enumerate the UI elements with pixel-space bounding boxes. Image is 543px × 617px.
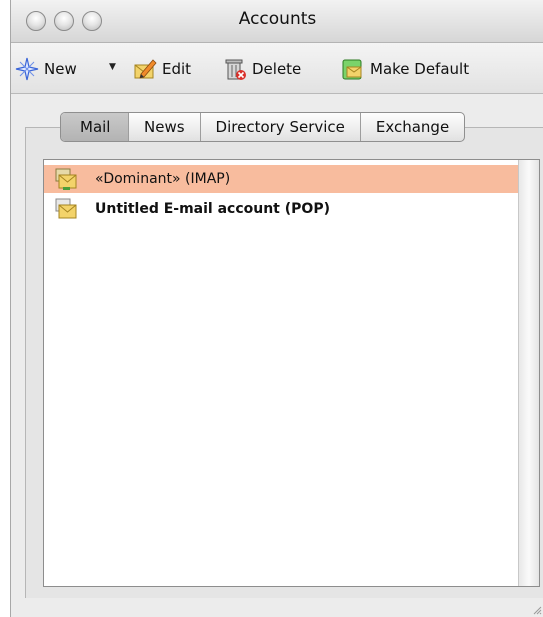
tab-news[interactable]: News: [129, 113, 201, 141]
delete-button[interactable]: Delete: [223, 55, 301, 83]
window-footer: [25, 598, 543, 617]
edit-button[interactable]: Edit: [133, 55, 191, 83]
pop-mailbox-icon: [55, 198, 77, 219]
make-default-mailbox-icon: [342, 59, 362, 80]
edit-pencil-envelope-icon: [134, 59, 157, 79]
make-default-button[interactable]: Make Default: [341, 55, 469, 83]
account-type-tabs: Mail News Directory Service Exchange: [60, 112, 466, 142]
account-name: Untitled E-mail account (POP): [95, 201, 330, 217]
tab-exchange[interactable]: Exchange: [361, 113, 464, 141]
tab-directory-service[interactable]: Directory Service: [201, 113, 361, 141]
list-scrollbar[interactable]: [518, 160, 539, 586]
resize-grip-icon[interactable]: [532, 605, 542, 615]
trash-delete-icon: [225, 59, 246, 80]
accounts-list[interactable]: «Dominant» (IMAP) Untitled E-mail accoun…: [43, 159, 540, 587]
make-default-button-label: Make Default: [370, 60, 470, 78]
new-button-label: New: [44, 60, 77, 78]
list-item[interactable]: «Dominant» (IMAP): [44, 165, 518, 193]
imap-mailbox-icon: [55, 168, 77, 190]
list-item[interactable]: Untitled E-mail account (POP): [44, 195, 518, 223]
toolbar: New ▼ Edit Delete Make Default: [11, 43, 543, 94]
new-button[interactable]: New: [15, 55, 77, 83]
sparkle-new-icon: [15, 57, 39, 81]
title-bar[interactable]: Accounts: [11, 0, 543, 43]
account-name: «Dominant» (IMAP): [95, 171, 231, 187]
edit-button-label: Edit: [162, 60, 192, 78]
new-dropdown-arrow-icon[interactable]: ▼: [109, 62, 116, 72]
accounts-window: Accounts New ▼ Edit Delete Make Default …: [10, 0, 543, 617]
delete-button-label: Delete: [252, 60, 302, 78]
window-title: Accounts: [238, 9, 317, 29]
tab-mail[interactable]: Mail: [61, 113, 129, 141]
